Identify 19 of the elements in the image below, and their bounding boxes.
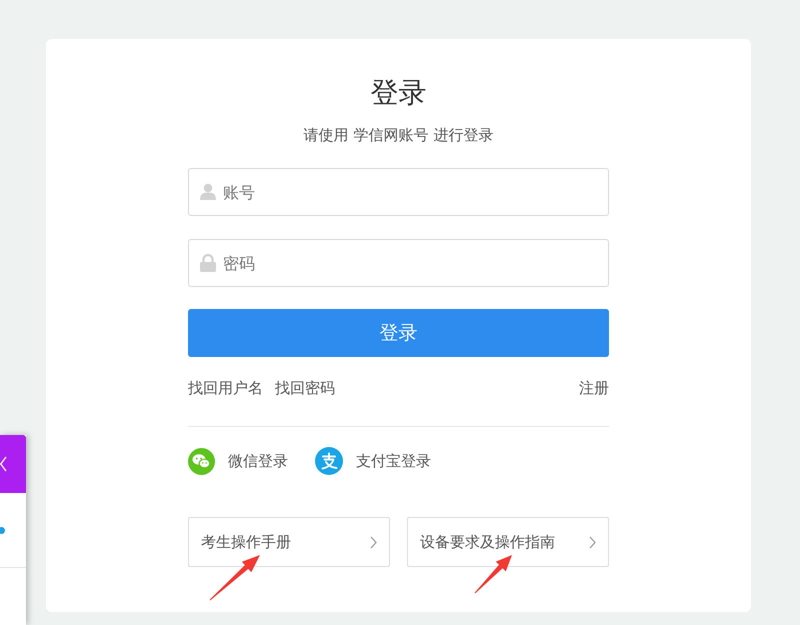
social-login-link[interactable]: 支付宝登录: [356, 451, 431, 471]
password-field[interactable]: 密码: [188, 239, 609, 287]
person-icon: [200, 183, 216, 200]
collapse-tab[interactable]: [0, 435, 26, 493]
guide-button[interactable]: 考生操作手册: [188, 517, 390, 567]
payment-logo-icon: [315, 447, 343, 475]
social-login-link[interactable]: 微信登录: [228, 451, 288, 471]
chevron-right-icon: [370, 536, 377, 548]
chat-bubbles-icon: [188, 448, 215, 474]
recovery-link[interactable]: 找回用户名: [188, 378, 263, 398]
lock-icon: [200, 254, 216, 272]
register-link[interactable]: 注册: [579, 378, 609, 398]
recovery-link[interactable]: 找回密码: [275, 378, 335, 398]
login-title: 登录: [370, 76, 426, 110]
guide-button[interactable]: 设备要求及操作指南: [407, 517, 609, 567]
chevron-left-icon: [0, 456, 7, 472]
chevron-right-icon: [589, 536, 596, 548]
account-field[interactable]: 账号: [188, 168, 609, 216]
login-subtitle: 请使用 学信网账号 进行登录: [304, 125, 494, 145]
